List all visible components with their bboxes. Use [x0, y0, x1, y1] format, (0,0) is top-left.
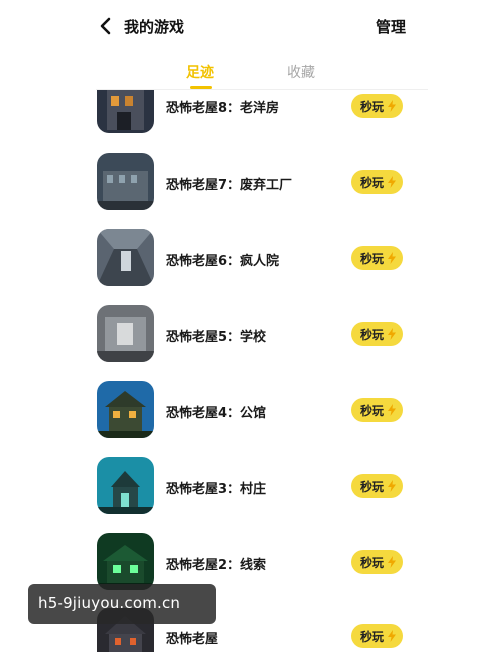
list-item[interactable]: 恐怖老屋7：废弃工厂 秒玩 [0, 152, 500, 228]
play-label: 秒玩 [360, 100, 385, 114]
play-button[interactable]: 秒玩 [351, 94, 403, 118]
lightning-icon [388, 252, 396, 264]
game-name: 恐怖老屋2：线索 [166, 558, 267, 573]
game-thumbnail [97, 533, 154, 590]
game-name: 恐怖老屋4：公馆 [166, 406, 267, 421]
manage-button[interactable]: 管理 [376, 16, 406, 37]
game-thumbnail [97, 153, 154, 210]
play-button[interactable]: 秒玩 [351, 550, 403, 574]
game-name: 恐怖老屋6：疯人院 [166, 254, 280, 269]
game-name: 恐怖老屋7：废弃工厂 [166, 178, 293, 193]
play-label: 秒玩 [360, 556, 385, 570]
lightning-icon [388, 100, 396, 112]
lightning-icon [388, 480, 396, 492]
lightning-icon [388, 176, 396, 188]
play-label: 秒玩 [360, 328, 385, 342]
game-name: 恐怖老屋3：村庄 [166, 482, 267, 497]
watermark-text: h5-9jiuyou.com.cn [38, 594, 181, 612]
lightning-icon [388, 328, 396, 340]
play-button[interactable]: 秒玩 [351, 246, 403, 270]
play-label: 秒玩 [360, 176, 385, 190]
game-thumbnail [97, 229, 154, 286]
game-name: 恐怖老屋 [166, 632, 219, 647]
play-label: 秒玩 [360, 630, 385, 644]
watermark: h5-9jiuyou.com.cn [28, 584, 216, 624]
game-thumbnail [97, 457, 154, 514]
play-button[interactable]: 秒玩 [351, 170, 403, 194]
page-title: 我的游戏 [124, 18, 185, 36]
game-name: 恐怖老屋8：老洋房 [166, 101, 280, 116]
play-button[interactable]: 秒玩 [351, 398, 403, 422]
back-arrow-icon[interactable] [96, 12, 118, 40]
top-header: 我的游戏 管理 [0, 0, 500, 52]
lightning-icon [388, 404, 396, 416]
play-label: 秒玩 [360, 252, 385, 266]
play-label: 秒玩 [360, 404, 385, 418]
list-item[interactable]: 恐怖老屋5：学校 秒玩 [0, 304, 500, 380]
game-thumbnail [97, 305, 154, 362]
tab-bar: 足迹 收藏 [0, 52, 500, 90]
lightning-icon [388, 556, 396, 568]
divider [96, 89, 428, 90]
play-button[interactable]: 秒玩 [351, 322, 403, 346]
tab-history[interactable]: 足迹 [186, 62, 214, 82]
game-list: 恐怖老屋8：老洋房 秒玩 恐怖老屋7：废弃工厂 秒玩 恐怖老屋6：疯人院 秒玩 … [0, 0, 500, 652]
game-thumbnail [97, 381, 154, 438]
tab-favorites[interactable]: 收藏 [287, 62, 315, 82]
list-item[interactable]: 恐怖老屋4：公馆 秒玩 [0, 380, 500, 456]
list-item[interactable]: 恐怖老屋3：村庄 秒玩 [0, 456, 500, 532]
play-button[interactable]: 秒玩 [351, 624, 403, 648]
list-item[interactable]: 恐怖老屋6：疯人院 秒玩 [0, 228, 500, 304]
play-label: 秒玩 [360, 480, 385, 494]
lightning-icon [388, 630, 396, 642]
game-name: 恐怖老屋5：学校 [166, 330, 267, 345]
play-button[interactable]: 秒玩 [351, 474, 403, 498]
